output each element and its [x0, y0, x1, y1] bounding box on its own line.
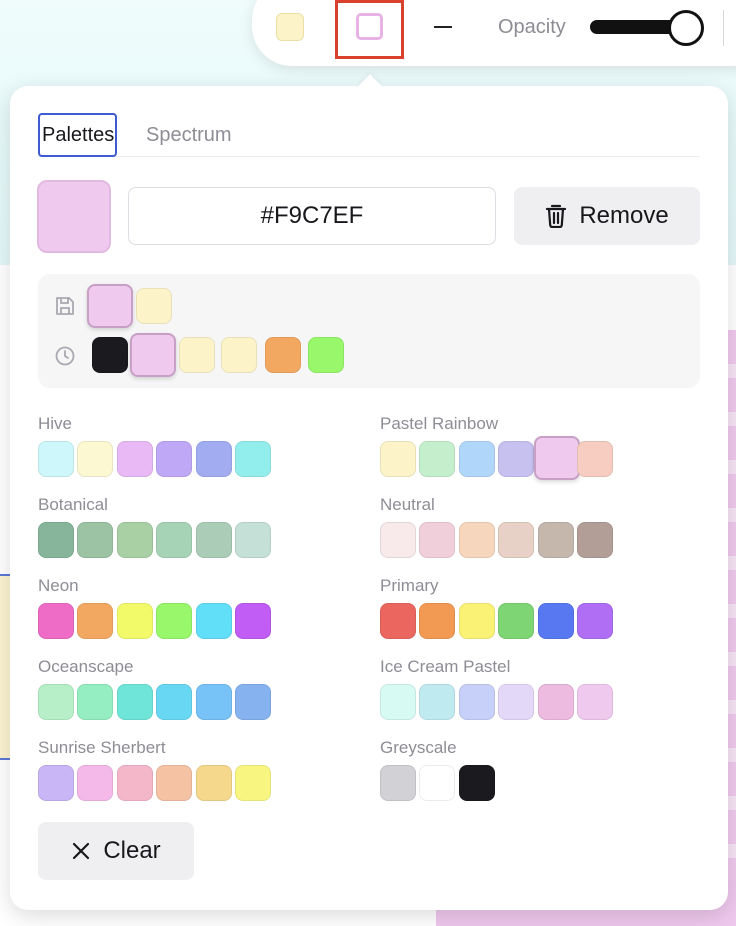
palette-color-swatch[interactable]: [419, 684, 456, 720]
palette-color-swatch[interactable]: [156, 765, 193, 801]
palette-color-swatch[interactable]: [38, 441, 74, 477]
palette-color-swatch[interactable]: [533, 436, 580, 480]
palette-color-swatch[interactable]: [577, 603, 613, 639]
palette-color-swatch[interactable]: [458, 522, 495, 558]
opacity-slider-handle[interactable]: [668, 10, 704, 46]
palette-color-swatch[interactable]: [195, 603, 232, 639]
toolbar-divider: [723, 10, 724, 46]
clear-color-button[interactable]: Clear: [38, 822, 194, 880]
palette-title: Oceanscape: [38, 657, 134, 676]
palette-color-swatch[interactable]: [577, 684, 613, 720]
palette-color-swatch[interactable]: [38, 522, 74, 558]
remove-color-button[interactable]: Remove: [514, 187, 700, 245]
recent-color-swatch[interactable]: [92, 337, 128, 373]
recent-color-swatch[interactable]: [308, 337, 344, 373]
clock-icon: [55, 346, 75, 366]
palette-color-swatch[interactable]: [458, 684, 495, 720]
palette-color-swatch[interactable]: [38, 684, 74, 720]
recent-color-swatch[interactable]: [179, 337, 215, 373]
palette-color-swatch[interactable]: [235, 765, 271, 801]
palette-color-swatch[interactable]: [235, 441, 271, 477]
palette-color-swatch[interactable]: [498, 522, 535, 558]
palette-color-swatch[interactable]: [116, 441, 153, 477]
trash-icon: [546, 204, 567, 228]
palette-color-swatch[interactable]: [380, 765, 416, 801]
palette-color-swatch[interactable]: [116, 684, 153, 720]
fill-color-button[interactable]: [276, 13, 304, 41]
clear-label: Clear: [103, 837, 161, 864]
palette-color-swatch[interactable]: [156, 684, 193, 720]
palette-color-swatch[interactable]: [498, 603, 535, 639]
opacity-label: Opacity: [498, 16, 566, 38]
recent-color-swatch[interactable]: [265, 337, 301, 373]
palette-color-swatch[interactable]: [498, 684, 535, 720]
palette-color-swatch[interactable]: [195, 765, 232, 801]
palette-color-swatch[interactable]: [380, 603, 416, 639]
palette-title: Neon: [38, 576, 79, 595]
palette-color-swatch[interactable]: [458, 441, 495, 477]
palette-color-swatch[interactable]: [419, 765, 456, 801]
remove-label: Remove: [579, 202, 669, 229]
palette-color-swatch[interactable]: [537, 684, 574, 720]
palette-color-swatch[interactable]: [77, 603, 114, 639]
close-icon: [73, 842, 90, 860]
palette-color-swatch[interactable]: [458, 765, 495, 801]
hex-color-input[interactable]: [128, 187, 496, 245]
palette-color-swatch[interactable]: [38, 603, 74, 639]
palette-color-swatch[interactable]: [235, 684, 271, 720]
palette-color-swatch[interactable]: [77, 684, 114, 720]
saved-color-swatch[interactable]: [136, 288, 172, 324]
palette-color-swatch[interactable]: [156, 603, 193, 639]
palette-title: Primary: [380, 576, 439, 595]
palette-color-swatch[interactable]: [419, 603, 456, 639]
palette-color-swatch[interactable]: [116, 522, 153, 558]
saved-color-swatch[interactable]: [87, 284, 133, 328]
palette-color-swatch[interactable]: [577, 441, 613, 477]
picker-tabs: Palettes Spectrum: [38, 113, 700, 157]
palette-color-swatch[interactable]: [156, 522, 193, 558]
palette-title: Ice Cream Pastel: [380, 657, 511, 676]
palette-color-swatch[interactable]: [537, 603, 574, 639]
palette-color-swatch[interactable]: [380, 684, 416, 720]
palette-color-swatch[interactable]: [195, 684, 232, 720]
palette-color-swatch[interactable]: [380, 441, 416, 477]
palette-color-swatch[interactable]: [116, 765, 153, 801]
palette-title: Sunrise Sherbert: [38, 738, 166, 757]
palette-color-swatch[interactable]: [195, 522, 232, 558]
palette-color-swatch[interactable]: [77, 522, 114, 558]
palette-color-swatch[interactable]: [458, 603, 495, 639]
stroke-color-button[interactable]: [356, 13, 383, 40]
palette-title: Neutral: [380, 495, 435, 514]
palette-color-swatch[interactable]: [195, 441, 232, 477]
palette-color-swatch[interactable]: [235, 603, 271, 639]
save-icon: [56, 297, 74, 315]
palette-color-swatch[interactable]: [156, 441, 193, 477]
line-style-icon[interactable]: [434, 26, 452, 28]
palette-color-swatch[interactable]: [77, 765, 114, 801]
recent-color-swatch[interactable]: [130, 333, 176, 377]
palette-title: Hive: [38, 414, 73, 433]
palette-color-swatch[interactable]: [419, 522, 456, 558]
palette-color-swatch[interactable]: [77, 441, 114, 477]
tab-palettes[interactable]: Palettes: [38, 113, 117, 157]
palette-color-swatch[interactable]: [116, 603, 153, 639]
palette-color-swatch[interactable]: [419, 441, 456, 477]
palette-color-swatch[interactable]: [537, 522, 574, 558]
palette-color-swatch[interactable]: [498, 441, 535, 477]
palette-color-swatch[interactable]: [577, 522, 613, 558]
palette-title: Pastel Rainbow: [380, 414, 499, 433]
palette-color-swatch[interactable]: [38, 765, 74, 801]
recent-color-swatch[interactable]: [221, 337, 257, 373]
tab-spectrum[interactable]: Spectrum: [144, 113, 234, 157]
palette-title: Greyscale: [380, 738, 457, 757]
current-color-swatch: [37, 180, 111, 253]
palette-color-swatch[interactable]: [235, 522, 271, 558]
palette-color-swatch[interactable]: [380, 522, 416, 558]
palette-title: Botanical: [38, 495, 108, 514]
